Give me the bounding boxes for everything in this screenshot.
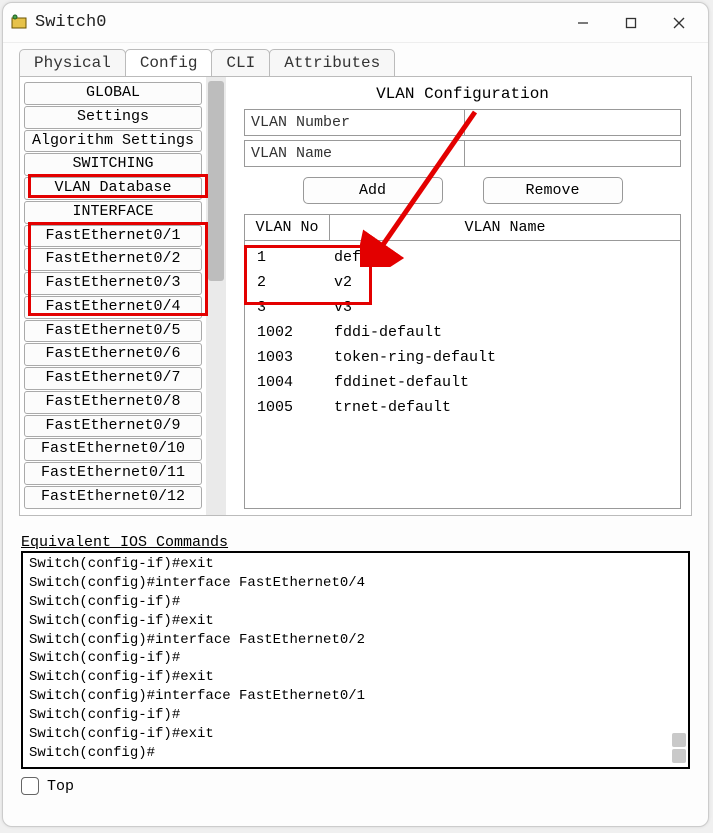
vlan-table-header-name[interactable]: VLAN Name [330,215,680,240]
ios-scrollbar[interactable] [672,557,686,763]
ios-commands-label: Equivalent IOS Commands [21,534,690,551]
vlan-table-header-no[interactable]: VLAN No [245,215,330,240]
sidebar-item-fastethernet0-4[interactable]: FastEthernet0/4 [24,296,202,319]
sidebar-item-fastethernet0-8[interactable]: FastEthernet0/8 [24,391,202,414]
remove-button[interactable]: Remove [483,177,623,204]
ios-line: Switch(config)#interface FastEthernet0/2 [29,631,682,650]
sidebar-item-switching: SWITCHING [24,153,202,176]
sidebar-item-fastethernet0-5[interactable]: FastEthernet0/5 [24,320,202,343]
sidebar-scrollbar[interactable] [206,77,226,515]
vlan-cell-name: v2 [330,274,680,291]
ios-line: Switch(config)#interface FastEthernet0/4 [29,574,682,593]
ios-line: Switch(config-if)# [29,593,682,612]
minimize-button[interactable] [560,7,606,39]
vlan-cell-name: trnet-default [330,399,680,416]
tab-physical[interactable]: Physical [19,49,126,76]
ios-line: Switch(config-if)#exit [29,668,682,687]
ios-line: Switch(config-if)#exit [29,612,682,631]
vlan-number-input[interactable] [465,110,680,135]
close-button[interactable] [656,7,702,39]
sidebar-item-fastethernet0-2[interactable]: FastEthernet0/2 [24,248,202,271]
tab-config[interactable]: Config [125,49,213,76]
sidebar-item-fastethernet0-6[interactable]: FastEthernet0/6 [24,343,202,366]
vlan-cell-no: 1005 [245,399,330,416]
window-title: Switch0 [35,13,560,32]
vlan-cell-no: 2 [245,274,330,291]
ios-line: Switch(config-if)# [29,706,682,725]
sidebar-item-algorithm-settings[interactable]: Algorithm Settings [24,130,202,153]
titlebar: Switch0 [3,3,708,43]
ios-line: Switch(config-if)# [29,649,682,668]
scroll-up-icon[interactable] [672,733,686,747]
vlan-cell-name: token-ring-default [330,349,680,366]
vlan-cell-no: 1003 [245,349,330,366]
tab-bar: Physical Config CLI Attributes [3,43,708,76]
tab-attributes[interactable]: Attributes [269,49,395,76]
sidebar-item-fastethernet0-9[interactable]: FastEthernet0/9 [24,415,202,438]
ios-line: Switch(config)# [29,744,682,763]
vlan-config-panel: VLAN Configuration VLAN Number VLAN Name… [230,77,691,515]
tab-cli[interactable]: CLI [211,49,270,76]
sidebar: GLOBALSettingsAlgorithm SettingsSWITCHIN… [20,77,230,515]
sidebar-item-vlan-database[interactable]: VLAN Database [24,177,202,200]
vlan-cell-no: 1004 [245,374,330,391]
vlan-row[interactable]: 1002fddi-default [245,320,680,345]
scroll-down-icon[interactable] [672,749,686,763]
bottom-bar: Top [3,777,708,803]
top-label: Top [47,778,74,795]
add-button[interactable]: Add [303,177,443,204]
vlan-row[interactable]: 1default [245,245,680,270]
vlan-number-label: VLAN Number [245,110,465,135]
vlan-cell-name: v3 [330,299,680,316]
top-checkbox[interactable] [21,777,39,795]
sidebar-item-fastethernet0-11[interactable]: FastEthernet0/11 [24,462,202,485]
sidebar-item-fastethernet0-1[interactable]: FastEthernet0/1 [24,225,202,248]
vlan-config-title: VLAN Configuration [244,83,681,109]
ios-line: Switch(config-if)#exit [29,555,682,574]
sidebar-item-fastethernet0-7[interactable]: FastEthernet0/7 [24,367,202,390]
window-controls [560,7,702,39]
vlan-row[interactable]: 2v2 [245,270,680,295]
config-panel: GLOBALSettingsAlgorithm SettingsSWITCHIN… [19,76,692,516]
vlan-name-label: VLAN Name [245,141,465,166]
vlan-name-row: VLAN Name [244,140,681,167]
app-window: Switch0 Physical Config CLI Attributes G… [2,2,709,827]
ios-line: Switch(config)#interface FastEthernet0/1 [29,687,682,706]
vlan-cell-name: fddinet-default [330,374,680,391]
ios-commands-box[interactable]: Switch(config-if)#exitSwitch(config)#int… [21,551,690,769]
sidebar-item-global: GLOBAL [24,82,202,105]
vlan-cell-no: 1002 [245,324,330,341]
vlan-row[interactable]: 1004fddinet-default [245,370,680,395]
sidebar-item-fastethernet0-3[interactable]: FastEthernet0/3 [24,272,202,295]
ios-line: Switch(config-if)#exit [29,725,682,744]
vlan-row[interactable]: 1003token-ring-default [245,345,680,370]
vlan-number-row: VLAN Number [244,109,681,136]
maximize-button[interactable] [608,7,654,39]
vlan-row[interactable]: 3v3 [245,295,680,320]
vlan-table: VLAN No VLAN Name 1default2v23v31002fddi… [244,214,681,509]
vlan-cell-no: 1 [245,249,330,266]
vlan-cell-name: default [330,249,680,266]
sidebar-item-interface: INTERFACE [24,201,202,224]
vlan-name-input[interactable] [465,141,680,166]
vlan-cell-no: 3 [245,299,330,316]
sidebar-item-fastethernet0-12[interactable]: FastEthernet0/12 [24,486,202,509]
sidebar-item-settings[interactable]: Settings [24,106,202,129]
vlan-cell-name: fddi-default [330,324,680,341]
vlan-row[interactable]: 1005trnet-default [245,395,680,420]
sidebar-item-fastethernet0-10[interactable]: FastEthernet0/10 [24,438,202,461]
app-icon [9,13,29,33]
